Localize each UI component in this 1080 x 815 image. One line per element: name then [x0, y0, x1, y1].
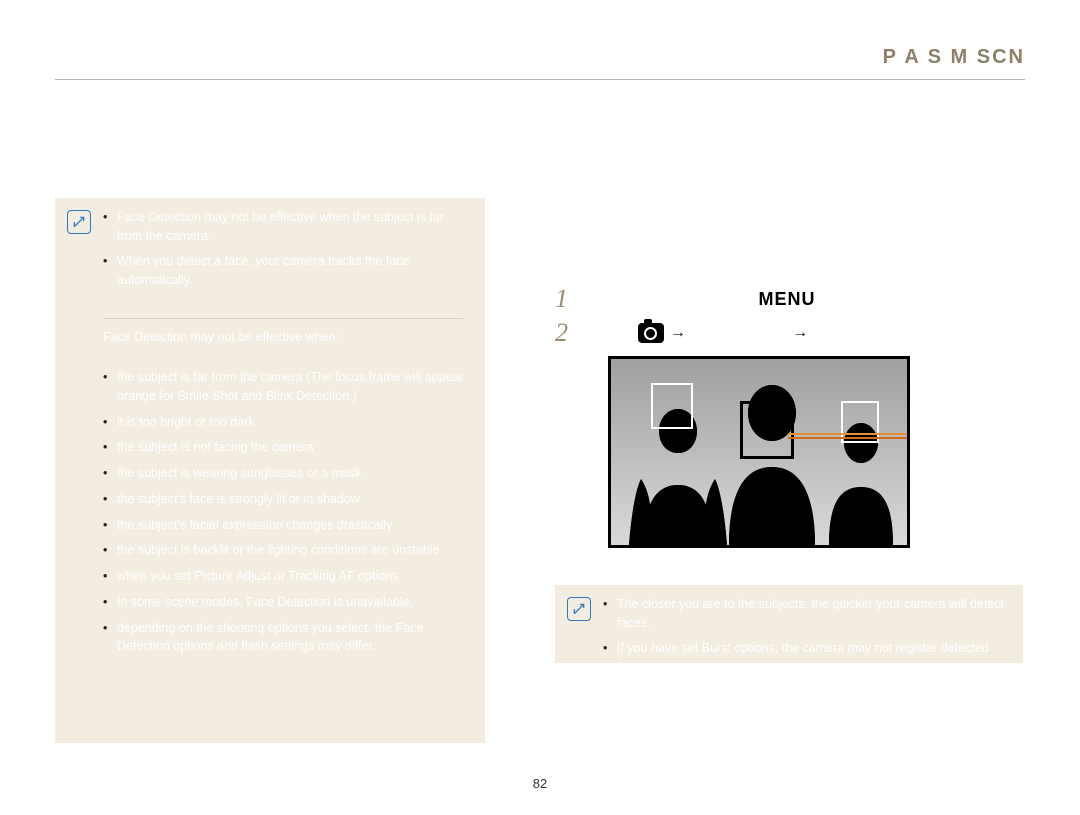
note-lead: Face Detection may not be effective when… [103, 328, 463, 347]
note-top-item: Face Detection may not be effective when… [103, 208, 468, 247]
intro-paragraph: If you use Face Detection options, your … [55, 100, 485, 183]
camera-icon [638, 323, 664, 343]
page-header: Use Face Detection P A S M SCN [55, 45, 1025, 80]
note-item: The closer you are to the subjects, the … [603, 595, 1008, 634]
step2-post: . [865, 325, 869, 341]
note-item: the subject's face is strongly lit or in… [103, 490, 473, 509]
step-number: 2 [555, 318, 573, 348]
note-bottom-list: the subject is far from the camera (The … [103, 368, 473, 663]
note-top-item: When you detect a face, your camera trac… [103, 252, 468, 291]
note-item: the subject's facial expression changes … [103, 516, 473, 535]
callout-line [788, 437, 910, 439]
note-item: when you set Picture Adjust or Tracking … [103, 567, 473, 586]
arrow-icon: → [792, 324, 808, 342]
arrow-icon: → [670, 324, 686, 342]
note-icon [67, 210, 91, 234]
note-item: the subject is far from the camera (The … [103, 368, 473, 406]
step2-mid1: Face Detection [692, 325, 786, 341]
note-item: the subject is backlit or the lighting c… [103, 541, 473, 560]
page-title: Use Face Detection [55, 45, 239, 68]
step1-text-pre: In Shooting mode, press [ [593, 291, 753, 307]
page-number: 82 [0, 776, 1080, 791]
note-item: the subject is not facing the camera [103, 438, 473, 457]
section-sub: Your camera automatically detects up to … [555, 224, 963, 239]
step-1: 1 In Shooting mode, press [ MENU ]. [555, 284, 829, 314]
step1-text-post: ]. [822, 291, 830, 307]
note-top-list: Face Detection may not be effective when… [103, 208, 468, 296]
note-item: If you have set Burst options, the camer… [603, 639, 1008, 678]
focus-frame-gray [651, 383, 693, 429]
section-heading: Detecting faces [555, 196, 688, 217]
note-icon [567, 597, 591, 621]
note-item: the subject is wearing sunglasses or a m… [103, 464, 473, 483]
callout-line [788, 433, 910, 453]
mode-indicator: P A S M SCN [883, 46, 1025, 69]
note-box-left: Face Detection may not be effective when… [55, 198, 485, 743]
footer-category: Shooting options [55, 791, 152, 806]
step2-pre: Select [593, 325, 632, 341]
note-box-right: The closer you are to the subjects, the … [555, 585, 1023, 663]
step-number: 1 [555, 284, 573, 314]
step2-mid2: Normal [814, 325, 859, 341]
note-item: In some scene modes, Face Detection is u… [103, 593, 473, 612]
example-viewfinder: The face nearest the camera or nearest t… [608, 356, 910, 548]
focus-frame-white [740, 401, 794, 459]
note-right-list: The closer you are to the subjects, the … [603, 595, 1008, 683]
menu-label: MENU [759, 289, 816, 310]
step-2: 2 Select → Face Detection → Normal . [555, 318, 869, 348]
manual-page: Use Face Detection P A S M SCN If you us… [0, 0, 1080, 815]
divider [103, 318, 463, 319]
note-item: depending on the shooting options you se… [103, 619, 473, 657]
note-item: it is too bright or too dark [103, 413, 473, 432]
